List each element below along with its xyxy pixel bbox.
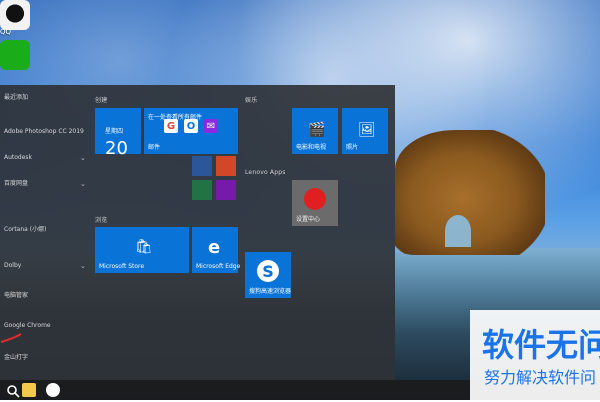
movies-tv-tile[interactable]: 🎬 电影和电视 [292, 108, 338, 154]
chevron-down-icon[interactable]: ⌄ [80, 261, 88, 271]
app-list-item[interactable]: 电脑管家 [4, 291, 28, 301]
sogou-icon: S [257, 260, 279, 282]
settings-center-label: 设置中心 [296, 216, 321, 223]
movies-icon: 🎬 [308, 122, 326, 138]
search-icon[interactable] [6, 383, 20, 398]
mail-provider-icons: G O ✉ [164, 116, 218, 136]
microsoft-edge-tile[interactable]: e Microsoft Edge [192, 227, 241, 273]
start-menu: 最近添加 Adobe Photoshop CC 2019 Autodesk ⌄ … [0, 85, 395, 380]
red-annotation-mark [0, 333, 22, 343]
rock-arch [445, 215, 471, 247]
photos-label: 照片 [346, 144, 359, 151]
watermark-line-2: 努力解决软件问 [484, 368, 597, 387]
group-label-create: 创建 [95, 97, 108, 104]
app-list-item[interactable]: Adobe Photoshop CC 2019 [4, 127, 84, 137]
sogou-browser-label: 搜狗高速浏览器 [249, 288, 292, 295]
desktop-qq-icon[interactable] [0, 0, 30, 30]
desktop-wechat-icon[interactable] [0, 40, 30, 70]
calendar-day: 20 [105, 138, 128, 159]
mail-tile[interactable]: 在一处查看所有邮件 G O ✉ 邮件 [144, 108, 238, 154]
chevron-down-icon[interactable]: ⌄ [80, 179, 88, 189]
desktop-qq-label: QQ [0, 28, 12, 36]
app-list-item[interactable]: Dolby [4, 261, 21, 271]
outlook-icon: O [184, 119, 198, 133]
microsoft-store-tile[interactable]: 🛍 Microsoft Store [95, 227, 189, 273]
calendar-weekday: 星期四 [105, 128, 124, 135]
app-list-item[interactable]: Google Chrome [4, 321, 51, 331]
group-label-browse: 浏览 [95, 217, 108, 224]
app-list-item[interactable]: 金山打字 [4, 353, 28, 363]
calendar-tile[interactable]: 星期四 20 [95, 108, 141, 159]
app-list-item[interactable]: Autodesk [4, 153, 32, 163]
store-icon: 🛍 [135, 239, 153, 255]
chevron-down-icon[interactable]: ⌄ [80, 153, 88, 163]
powerpoint-icon[interactable] [216, 156, 236, 176]
folder-icon[interactable] [22, 383, 36, 397]
watermark-line-1: 软件无问 [482, 326, 600, 364]
group-label-lenovo: Lenovo Apps [245, 169, 286, 176]
settings-center-icon [304, 188, 326, 210]
sogou-browser-tile[interactable]: S 搜狗高速浏览器 [245, 252, 291, 298]
mail-envelope-icon: ✉ [204, 119, 218, 133]
group-label-entertain: 娱乐 [245, 97, 258, 104]
excel-icon[interactable] [192, 180, 212, 200]
onenote-icon[interactable] [216, 180, 236, 200]
app-list-item[interactable]: 最近添加 [4, 93, 28, 103]
movies-tv-label: 电影和电视 [296, 144, 327, 151]
edge-icon: e [208, 237, 221, 258]
app-list-item[interactable]: 百度网盘 [4, 179, 28, 189]
app-list-item[interactable]: Cortana (小娜) [4, 225, 46, 235]
mail-label: 邮件 [148, 144, 161, 151]
photos-tile[interactable]: 🖼 照片 [342, 108, 388, 154]
watermark: 软件无问 努力解决软件问 [470, 310, 600, 400]
word-icon[interactable] [192, 156, 212, 176]
microsoft-edge-label: Microsoft Edge [196, 263, 241, 270]
photos-icon: 🖼 [358, 122, 376, 138]
microsoft-store-label: Microsoft Store [99, 263, 145, 270]
settings-center-tile[interactable]: 设置中心 [292, 180, 338, 226]
cat-icon[interactable] [46, 383, 60, 397]
google-icon: G [164, 119, 178, 133]
